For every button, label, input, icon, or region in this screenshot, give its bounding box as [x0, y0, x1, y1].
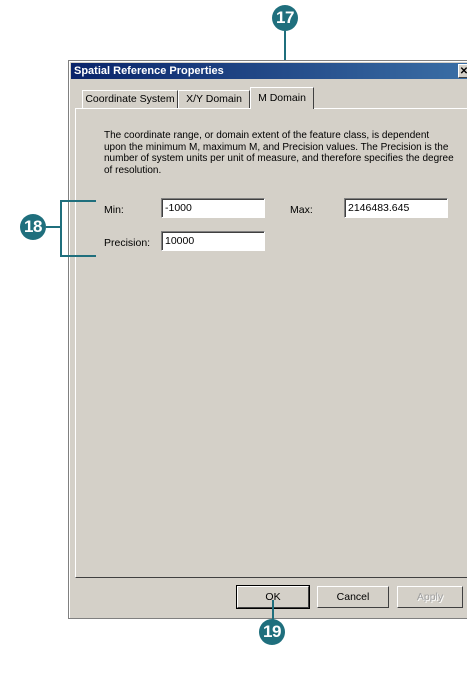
domain-description: The coordinate range, or domain extent o…: [104, 130, 454, 176]
tab-xy-domain[interactable]: X/Y Domain: [178, 90, 250, 108]
precision-field[interactable]: 10000: [161, 231, 265, 251]
max-label: Max:: [290, 204, 313, 216]
close-icon[interactable]: ✕: [458, 64, 467, 78]
callout-18-leader: [46, 226, 62, 228]
callout-18-bracket: [60, 200, 96, 257]
precision-label: Precision:: [104, 237, 151, 249]
callout-19-leader: [272, 600, 274, 620]
callout-19: 19: [259, 619, 285, 645]
cancel-button[interactable]: Cancel: [317, 586, 389, 608]
dialog-titlebar: Spatial Reference Properties ✕: [71, 63, 467, 79]
tab-panel-m-domain: [75, 108, 467, 578]
min-field[interactable]: -1000: [161, 198, 265, 218]
apply-button[interactable]: Apply: [397, 586, 463, 608]
tab-m-domain[interactable]: M Domain: [250, 87, 314, 109]
callout-18: 18: [20, 214, 46, 240]
dialog-title: Spatial Reference Properties: [74, 65, 224, 77]
tab-coordinate-system[interactable]: Coordinate System: [82, 90, 178, 108]
callout-17: 17: [272, 5, 298, 31]
max-field[interactable]: 2146483.645: [344, 198, 448, 218]
min-label: Min:: [104, 204, 124, 216]
